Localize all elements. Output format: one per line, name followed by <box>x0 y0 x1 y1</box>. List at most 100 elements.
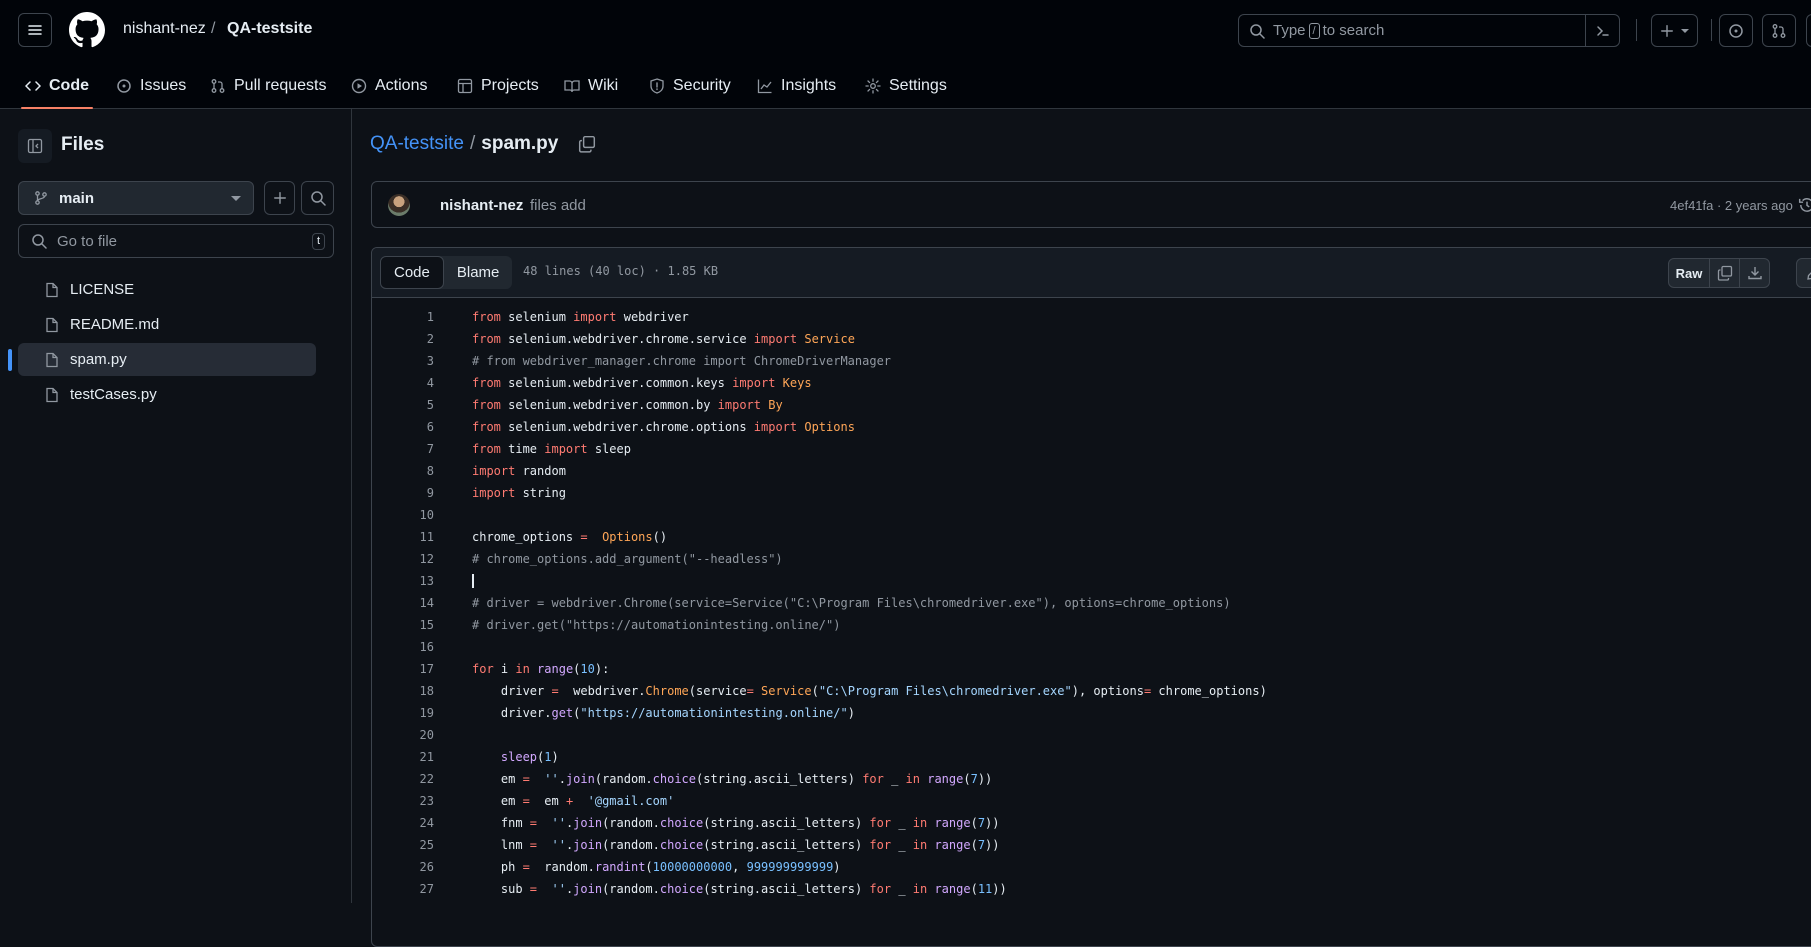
search-input[interactable]: Type / to search <box>1238 14 1620 47</box>
code-line[interactable]: 20 <box>372 724 1811 746</box>
code-token: em <box>529 794 566 808</box>
create-new-button[interactable] <box>1651 14 1698 47</box>
owner-link[interactable]: nishant-nez <box>123 20 206 38</box>
github-logo-icon[interactable] <box>69 12 105 48</box>
line-number[interactable]: 18 <box>372 684 434 698</box>
file-item[interactable]: LICENSE <box>18 273 316 306</box>
tab-settings[interactable]: Settings <box>865 62 947 109</box>
code-line[interactable]: 12 # chrome_options.add_argument("--headl… <box>372 548 1811 570</box>
code-line[interactable]: 24 fnm = ''.join(random.choice(string.as… <box>372 812 1811 834</box>
code-lines[interactable]: 1 from selenium import webdriver 2 from sel… <box>372 306 1811 900</box>
shield-icon <box>650 77 664 94</box>
line-number[interactable]: 4 <box>372 376 434 390</box>
code-line[interactable]: 13 <box>372 570 1811 592</box>
code-line[interactable]: 26 ph = random.randint(10000000000, 9999… <box>372 856 1811 878</box>
code-line[interactable]: 10 <box>372 504 1811 526</box>
repo-breadcrumb-link[interactable]: QA-testsite <box>370 133 464 155</box>
commit-author[interactable]: nishant-nez <box>440 197 523 214</box>
history-icon[interactable] <box>1798 196 1811 214</box>
file-item-selected[interactable]: spam.py <box>8 343 316 376</box>
code-line[interactable]: 11 chrome_options = Options() <box>372 526 1811 548</box>
file-item[interactable]: README.md <box>18 308 316 341</box>
repo-link[interactable]: QA-testsite <box>227 20 312 38</box>
copy-icon[interactable] <box>1709 259 1739 287</box>
line-number[interactable]: 21 <box>372 750 434 764</box>
tab-code[interactable]: Code <box>21 62 93 109</box>
line-number[interactable]: 13 <box>372 574 434 588</box>
line-number[interactable]: 9 <box>372 486 434 500</box>
raw-button[interactable]: Raw <box>1669 259 1709 287</box>
code-line[interactable]: 23 em = em + '@gmail.com' <box>372 790 1811 812</box>
code-line[interactable]: 22 em = ''.join(random.choice(string.asc… <box>372 768 1811 790</box>
line-number[interactable]: 17 <box>372 662 434 676</box>
line-number[interactable]: 20 <box>372 728 434 742</box>
line-number[interactable]: 24 <box>372 816 434 830</box>
tab-actions[interactable]: Actions <box>351 62 427 109</box>
tab-pull-requests[interactable]: Pull requests <box>210 62 327 109</box>
commit-message[interactable]: files add <box>530 197 586 214</box>
code-line[interactable]: 2 from selenium.webdriver.chrome.service … <box>372 328 1811 350</box>
line-number[interactable]: 14 <box>372 596 434 610</box>
line-number[interactable]: 11 <box>372 530 434 544</box>
line-number[interactable]: 10 <box>372 508 434 522</box>
code-line[interactable]: 4 from selenium.webdriver.common.keys imp… <box>372 372 1811 394</box>
line-number[interactable]: 15 <box>372 618 434 632</box>
edit-pencil-icon[interactable] <box>1796 258 1811 288</box>
code-line[interactable]: 25 lnm = ''.join(random.choice(string.as… <box>372 834 1811 856</box>
code-line[interactable]: 14 # driver = webdriver.Chrome(service=Se… <box>372 592 1811 614</box>
code-line[interactable]: 21 sleep(1) <box>372 746 1811 768</box>
go-to-file-input[interactable]: Go to file t <box>18 224 334 258</box>
avatar[interactable] <box>388 194 410 216</box>
pull-requests-icon[interactable] <box>1762 14 1796 47</box>
line-number[interactable]: 19 <box>372 706 434 720</box>
code-line[interactable]: 18 driver = webdriver.Chrome(service= Se… <box>372 680 1811 702</box>
line-number[interactable]: 7 <box>372 442 434 456</box>
code-line[interactable]: 27 sub = ''.join(random.choice(string.as… <box>372 878 1811 900</box>
blame-view-button[interactable]: Blame <box>444 256 513 289</box>
tab-wiki[interactable]: Wiki <box>564 62 618 109</box>
code-line[interactable]: 15 # driver.get("https://automationintest… <box>372 614 1811 636</box>
line-number[interactable]: 26 <box>372 860 434 874</box>
commit-meta[interactable]: 4ef41fa · 2 years ago <box>1670 198 1793 213</box>
code-line[interactable]: 6 from selenium.webdriver.chrome.options … <box>372 416 1811 438</box>
add-file-button[interactable] <box>264 181 295 215</box>
code-token: range <box>934 882 971 896</box>
tab-issues[interactable]: Issues <box>116 62 186 109</box>
file-item[interactable]: testCases.py <box>18 378 316 411</box>
code-line[interactable]: 1 from selenium import webdriver <box>372 306 1811 328</box>
search-files-button[interactable] <box>301 181 334 215</box>
line-number[interactable]: 23 <box>372 794 434 808</box>
line-number[interactable]: 6 <box>372 420 434 434</box>
line-number[interactable]: 3 <box>372 354 434 368</box>
code-line[interactable]: 7 from time import sleep <box>372 438 1811 460</box>
line-number[interactable]: 1 <box>372 310 434 324</box>
inbox-icon[interactable] <box>1806 14 1811 47</box>
code-line[interactable]: 16 <box>372 636 1811 658</box>
issues-icon[interactable] <box>1719 14 1753 47</box>
tab-projects[interactable]: Projects <box>457 62 539 109</box>
tab-insights[interactable]: Insights <box>757 62 836 109</box>
download-icon[interactable] <box>1739 259 1769 287</box>
line-number[interactable]: 27 <box>372 882 434 896</box>
line-number[interactable]: 8 <box>372 464 434 478</box>
code-line[interactable]: 9 import string <box>372 482 1811 504</box>
code-line[interactable]: 8 import random <box>372 460 1811 482</box>
line-number[interactable]: 5 <box>372 398 434 412</box>
code-line[interactable]: 17 for i in range(10): <box>372 658 1811 680</box>
code-line[interactable]: 5 from selenium.webdriver.common.by impor… <box>372 394 1811 416</box>
copy-path-icon[interactable] <box>578 135 596 153</box>
menu-icon[interactable] <box>18 13 52 47</box>
branch-selector[interactable]: main <box>18 181 254 215</box>
command-palette-icon[interactable] <box>1585 15 1619 46</box>
line-number[interactable]: 12 <box>372 552 434 566</box>
collapse-sidebar-icon[interactable] <box>18 129 52 163</box>
code-line[interactable]: 3 # from webdriver_manager.chrome import … <box>372 350 1811 372</box>
code-view-button[interactable]: Code <box>380 256 444 289</box>
tab-security[interactable]: Security <box>649 62 731 109</box>
line-number[interactable]: 16 <box>372 640 434 654</box>
line-number[interactable]: 22 <box>372 772 434 786</box>
code-line[interactable]: 19 driver.get("https://automationintesti… <box>372 702 1811 724</box>
line-number[interactable]: 25 <box>372 838 434 852</box>
line-number[interactable]: 2 <box>372 332 434 346</box>
